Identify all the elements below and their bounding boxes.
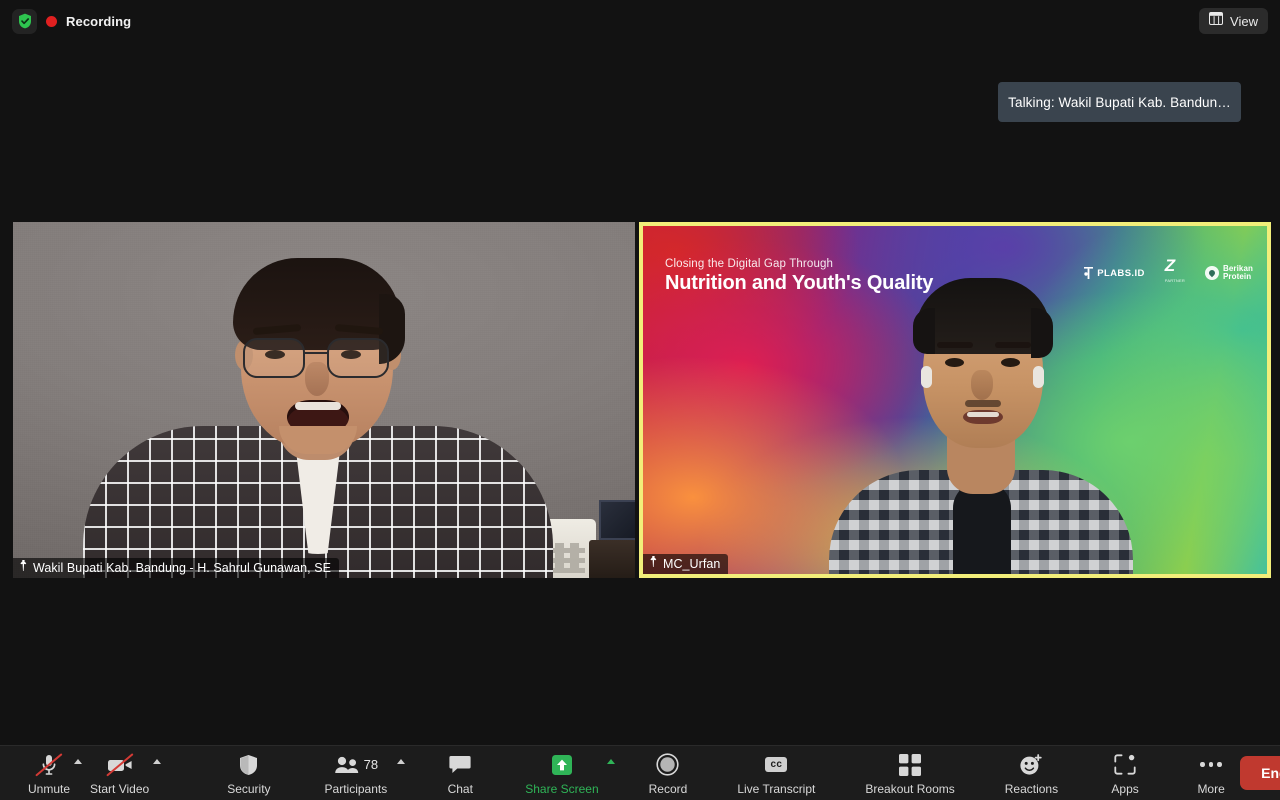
apps-icon <box>1114 753 1136 777</box>
berikan-protein-mark-icon <box>1204 266 1219 280</box>
participants-count: 78 <box>363 757 379 772</box>
reactions-button-label: Reactions <box>1004 781 1059 796</box>
share-options-chevron-icon[interactable] <box>606 758 615 764</box>
more-button-label: More <box>1197 781 1225 796</box>
cc-badge-text: cc <box>765 757 788 772</box>
unmute-button[interactable]: Unmute <box>18 746 83 796</box>
talking-indicator: Talking: Wakil Bupati Kab. Bandun… <box>998 82 1241 122</box>
security-button[interactable]: Security <box>217 746 280 796</box>
record-button-label: Record <box>648 781 688 796</box>
slide-heading: Closing the Digital Gap Through Nutritio… <box>665 258 933 295</box>
record-button[interactable]: Record <box>639 746 698 796</box>
closed-caption-icon: cc <box>765 753 788 777</box>
berikan-protein-logo: Berikan Protein <box>1204 264 1253 282</box>
chat-button-label: Chat <box>447 781 473 796</box>
meeting-toolbar: Unmute Start Video Security 78 Participa… <box>0 745 1280 800</box>
shield-icon <box>239 753 258 777</box>
unmute-button-label: Unmute <box>28 781 71 796</box>
live-transcript-button-label: Live Transcript <box>737 781 816 796</box>
record-circle-icon <box>656 753 680 777</box>
video-options-chevron-icon[interactable] <box>153 758 162 764</box>
live-transcript-button[interactable]: cc Live Transcript <box>727 746 825 796</box>
video-tile-wakil-bupati[interactable]: Wakil Bupati Kab. Bandung - H. Sahrul Gu… <box>13 222 635 578</box>
shield-check-icon[interactable] <box>12 8 37 34</box>
zoom-meeting-window: Recording View Talking: Wakil Bupati Kab… <box>0 0 1280 800</box>
breakout-rooms-button-label: Breakout Rooms <box>865 781 955 796</box>
participant-video-person <box>83 258 553 578</box>
microphone-muted-icon <box>35 752 63 777</box>
talking-indicator-text: Talking: Wakil Bupati Kab. Bandun… <box>1008 94 1231 110</box>
more-button[interactable]: More <box>1182 746 1240 796</box>
share-screen-button-label: Share Screen <box>525 781 599 796</box>
recording-indicator-dot <box>46 15 57 27</box>
participants-icon: 78 <box>334 753 378 777</box>
breakout-rooms-icon <box>899 753 922 777</box>
video-tile-mc-urfan[interactable]: Closing the Digital Gap Through Nutritio… <box>639 222 1271 578</box>
plabs-id-logo: PLABS.ID <box>1084 267 1145 279</box>
participant-name-label: MC_Urfan <box>643 554 729 574</box>
chat-bubble-icon <box>449 753 471 777</box>
view-button-label: View <box>1230 13 1258 29</box>
wall-frame <box>599 500 635 540</box>
video-muted-icon <box>105 752 134 777</box>
view-button[interactable]: View <box>1199 8 1268 34</box>
participant-name-label: Wakil Bupati Kab. Bandung - H. Sahrul Gu… <box>13 558 339 578</box>
start-video-button[interactable]: Start Video <box>80 746 162 796</box>
chat-button[interactable]: Chat <box>431 746 489 796</box>
partner-z-logo-subtext: PARTNER <box>1164 278 1185 283</box>
reactions-button[interactable]: Reactions <box>995 746 1068 796</box>
apps-button[interactable]: Apps <box>1096 746 1154 796</box>
participants-button-label: Participants <box>324 781 388 796</box>
slide-title: Nutrition and Youth's Quality <box>665 272 934 294</box>
berikan-protein-line2: Protein <box>1222 272 1252 281</box>
reactions-smiley-icon <box>1019 753 1043 777</box>
more-dots-icon <box>1200 753 1222 777</box>
recording-status: Recording <box>12 8 132 34</box>
apps-button-label: Apps <box>1111 781 1139 796</box>
recording-label: Recording <box>66 13 132 29</box>
participant-name-text: MC_Urfan <box>663 557 721 571</box>
pin-icon <box>649 555 658 573</box>
plabs-id-logo-text: PLABS.ID <box>1097 267 1145 279</box>
participants-button[interactable]: 78 Participants <box>315 746 406 796</box>
partner-z-logo: Z PARTNER <box>1164 257 1185 288</box>
participant-video-person <box>829 270 1133 574</box>
pin-icon <box>19 559 28 577</box>
slide-subtitle: Closing the Digital Gap Through <box>665 258 834 270</box>
desk-organizer <box>589 540 635 578</box>
start-video-button-label: Start Video <box>90 781 150 796</box>
top-bar: Recording View <box>0 0 1280 42</box>
end-meeting-button[interactable]: End <box>1240 756 1280 790</box>
participant-name-text: Wakil Bupati Kab. Bandung - H. Sahrul Gu… <box>33 561 331 575</box>
participants-options-chevron-icon[interactable] <box>397 758 406 764</box>
share-screen-icon <box>548 753 576 777</box>
grid-view-icon <box>1209 12 1224 30</box>
security-button-label: Security <box>227 781 271 796</box>
breakout-rooms-button[interactable]: Breakout Rooms <box>855 746 964 796</box>
share-screen-button[interactable]: Share Screen <box>515 746 615 796</box>
sponsor-logos: PLABS.ID Z PARTNER Berikan Protein <box>1084 257 1253 288</box>
